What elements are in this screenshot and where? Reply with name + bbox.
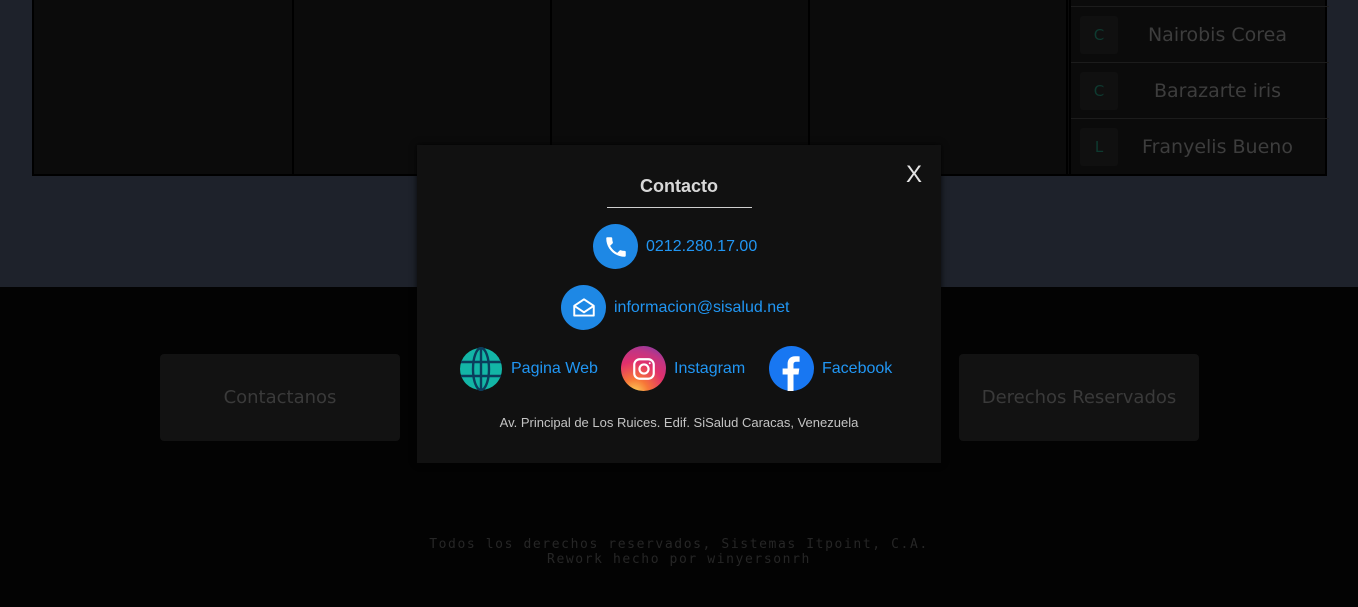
facebook-icon	[769, 346, 814, 391]
credits-text: Rework hecho por winyersonrh	[547, 552, 811, 567]
list-item[interactable]: C Nairobis Corea	[1071, 6, 1329, 62]
contact-modal: X Contacto 0212.280.17.00 informacion@si…	[417, 145, 941, 463]
user-initial-badge: C	[1080, 15, 1118, 54]
list-item[interactable]: C Barazarte iris	[1071, 62, 1329, 118]
phone-icon	[593, 224, 638, 269]
globe-icon	[458, 346, 503, 391]
instagram-link[interactable]: Instagram	[621, 346, 745, 391]
address-text: Av. Principal de Los Ruices. Edif. SiSal…	[499, 415, 859, 430]
facebook-label: Facebook	[822, 359, 893, 377]
website-label: Pagina Web	[511, 359, 598, 377]
email-address: informacion@sisalud.net	[614, 298, 790, 316]
phone-link[interactable]: 0212.280.17.00	[593, 224, 757, 269]
modal-title: Contacto	[640, 176, 718, 196]
user-initial-badge: C	[1080, 71, 1118, 110]
list-item[interactable]: L Franyelis Bueno	[1071, 118, 1329, 174]
website-link[interactable]: Pagina Web	[458, 346, 598, 391]
copyright-text: Todos los derechos reservados, Sistemas …	[429, 537, 929, 552]
contact-us-button[interactable]: Contactanos	[160, 354, 400, 441]
user-name: Nairobis Corea	[1147, 23, 1288, 46]
user-initial-badge: L	[1080, 127, 1118, 166]
rights-reserved-button[interactable]: Derechos Reservados	[959, 354, 1199, 441]
grid-column	[34, 0, 294, 174]
instagram-label: Instagram	[674, 359, 746, 377]
user-name: Barazarte iris	[1153, 79, 1281, 102]
facebook-link[interactable]: Facebook	[769, 346, 892, 391]
title-underline	[607, 207, 752, 208]
user-name: Franyelis Bueno	[1142, 135, 1293, 158]
mail-icon	[561, 285, 606, 330]
user-list: C Nairobis Corea C Barazarte iris L Fran…	[1069, 0, 1329, 174]
email-link[interactable]: informacion@sisalud.net	[561, 285, 789, 330]
phone-number: 0212.280.17.00	[646, 237, 758, 255]
instagram-icon	[621, 346, 666, 391]
